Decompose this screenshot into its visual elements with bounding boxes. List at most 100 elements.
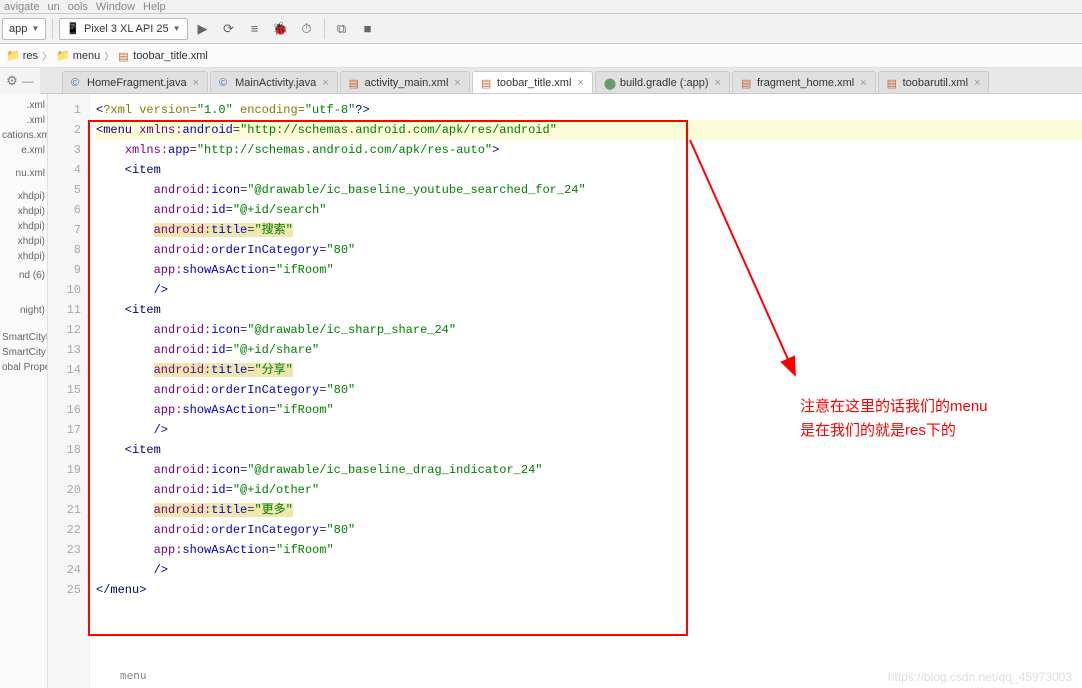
folder-icon: 📁: [6, 49, 20, 62]
code-content[interactable]: <?xml version="1.0" encoding="utf-8"?><m…: [90, 94, 1082, 688]
line-number: 6: [48, 200, 81, 220]
sidebar-toolbar: ⚙ —: [0, 68, 40, 94]
editor-tab[interactable]: ▤ activity_main.xml ×: [340, 71, 470, 93]
watermark: https://blog.csdn.net/qq_45973003: [888, 670, 1072, 684]
code-line[interactable]: android:icon="@drawable/ic_baseline_yout…: [96, 180, 1082, 200]
menu-item[interactable]: Help: [143, 1, 166, 13]
close-icon[interactable]: ×: [715, 77, 721, 89]
tab-label: MainActivity.java: [235, 77, 316, 89]
code-line[interactable]: <item: [96, 300, 1082, 320]
menu-item[interactable]: ools: [68, 1, 88, 13]
project-tree-item[interactable]: xhdpi): [2, 234, 45, 249]
editor-tab[interactable]: ©HomeFragment.java×: [62, 71, 208, 93]
instant-run-button[interactable]: ≡: [244, 18, 266, 40]
xml-file-icon: ▤: [349, 77, 361, 89]
editor-tab[interactable]: ▤ fragment_home.xml ×: [732, 71, 876, 93]
project-tree-item[interactable]: SmartCity: [2, 345, 45, 360]
code-line[interactable]: xmlns:app="http://schemas.android.com/ap…: [96, 140, 1082, 160]
code-line[interactable]: <item: [96, 160, 1082, 180]
code-line[interactable]: <?xml version="1.0" encoding="utf-8"?>: [96, 100, 1082, 120]
device-dropdown[interactable]: 📱 Pixel 3 XL API 25 ▼: [59, 18, 187, 40]
code-line[interactable]: <item: [96, 440, 1082, 460]
line-number: 9: [48, 260, 81, 280]
code-line[interactable]: <menu xmlns:android="http://schemas.andr…: [96, 120, 1082, 140]
main-area: .xml.xmlcations.xme.xmlnu.xmlxhdpi)xhdpi…: [0, 94, 1082, 688]
breadcrumb-item[interactable]: 📁 menu: [56, 49, 100, 62]
tab-label: HomeFragment.java: [87, 77, 187, 89]
project-tree-item[interactable]: night): [2, 303, 45, 318]
project-tree-item[interactable]: .xml: [2, 98, 45, 113]
breadcrumb-item[interactable]: 📁 res: [6, 49, 38, 62]
debug-button[interactable]: 🐞: [270, 18, 292, 40]
java-file-icon: ©: [219, 77, 231, 89]
code-line[interactable]: android:id="@+id/search": [96, 200, 1082, 220]
close-icon[interactable]: ×: [860, 77, 866, 89]
project-tree-item[interactable]: .xml: [2, 113, 45, 128]
menu-item[interactable]: avigate: [4, 1, 39, 13]
code-line[interactable]: />: [96, 280, 1082, 300]
code-line[interactable]: app:showAsAction="ifRoom": [96, 540, 1082, 560]
editor-tab[interactable]: © MainActivity.java ×: [210, 71, 338, 93]
code-line[interactable]: android:title="搜索": [96, 220, 1082, 240]
line-number: 25: [48, 580, 81, 600]
project-tree-item[interactable]: SmartCityE: [2, 330, 45, 345]
line-number: 17: [48, 420, 81, 440]
line-number: 4: [48, 160, 81, 180]
project-tree-item[interactable]: xhdpi): [2, 204, 45, 219]
code-line[interactable]: android:orderInCategory="80": [96, 520, 1082, 540]
project-tree-item[interactable]: obal Prope: [2, 360, 45, 375]
tab-label: activity_main.xml: [365, 77, 449, 89]
profile-button[interactable]: ⏱: [296, 18, 318, 40]
project-tree-item[interactable]: xhdpi): [2, 249, 45, 264]
code-editor[interactable]: 1234567891011121314151617181920212223242…: [48, 94, 1082, 688]
code-line[interactable]: android:id="@+id/other": [96, 480, 1082, 500]
run-button[interactable]: ▶: [192, 18, 214, 40]
module-dropdown[interactable]: app ▼: [2, 18, 46, 40]
gear-icon[interactable]: ⚙: [6, 73, 18, 89]
xml-file-icon: ▤: [741, 77, 753, 89]
code-line[interactable]: app:showAsAction="ifRoom": [96, 260, 1082, 280]
project-tree-item[interactable]: cations.xm: [2, 128, 45, 143]
code-line[interactable]: android:icon="@drawable/ic_sharp_share_2…: [96, 320, 1082, 340]
project-tree-item[interactable]: nu.xml: [2, 166, 45, 181]
code-line[interactable]: android:id="@+id/share": [96, 340, 1082, 360]
line-number: 7: [48, 220, 81, 240]
menu-item[interactable]: Window: [96, 1, 135, 13]
close-icon[interactable]: ×: [322, 77, 328, 89]
close-icon[interactable]: ×: [454, 77, 460, 89]
separator: [324, 19, 325, 39]
stop-button[interactable]: ■: [357, 18, 379, 40]
project-tree-item[interactable]: xhdpi): [2, 219, 45, 234]
code-line[interactable]: android:orderInCategory="80": [96, 240, 1082, 260]
breadcrumb-item[interactable]: ▤ toobar_title.xml: [118, 50, 208, 62]
tag-breadcrumb[interactable]: menu: [120, 669, 147, 682]
close-icon[interactable]: ×: [974, 77, 980, 89]
project-sidebar[interactable]: .xml.xmlcations.xme.xmlnu.xmlxhdpi)xhdpi…: [0, 94, 48, 688]
tab-label: fragment_home.xml: [757, 77, 854, 89]
close-icon[interactable]: ×: [193, 77, 199, 89]
project-tree-item[interactable]: nd (6): [2, 268, 45, 283]
line-gutter: 1234567891011121314151617181920212223242…: [48, 94, 90, 688]
editor-tab[interactable]: ⬤build.gradle (:app)×: [595, 71, 730, 93]
apply-changes-button[interactable]: ⟳: [218, 18, 240, 40]
editor-tabs: ⚙ — ©HomeFragment.java×©MainActivity.jav…: [0, 68, 1082, 94]
editor-tab[interactable]: ▤toobar_title.xml×: [472, 71, 593, 93]
project-tree-item[interactable]: e.xml: [2, 143, 45, 158]
line-number: 23: [48, 540, 81, 560]
code-line[interactable]: />: [96, 560, 1082, 580]
code-line[interactable]: android:title="更多": [96, 500, 1082, 520]
menu-item[interactable]: un: [47, 1, 59, 13]
line-number: 2: [48, 120, 81, 140]
code-line[interactable]: </menu>: [96, 580, 1082, 600]
editor-tab[interactable]: ▤toobarutil.xml×: [878, 71, 990, 93]
project-tree-item[interactable]: xhdpi): [2, 189, 45, 204]
code-line[interactable]: android:icon="@drawable/ic_baseline_drag…: [96, 460, 1082, 480]
line-number: 20: [48, 480, 81, 500]
code-line[interactable]: android:title="分享": [96, 360, 1082, 380]
close-icon[interactable]: ×: [577, 77, 583, 89]
module-dropdown-label: app: [9, 23, 27, 35]
line-number: 24: [48, 560, 81, 580]
tab-label: toobarutil.xml: [903, 77, 968, 89]
attach-debugger-button[interactable]: ⧉: [331, 18, 353, 40]
collapse-icon[interactable]: —: [22, 74, 34, 88]
